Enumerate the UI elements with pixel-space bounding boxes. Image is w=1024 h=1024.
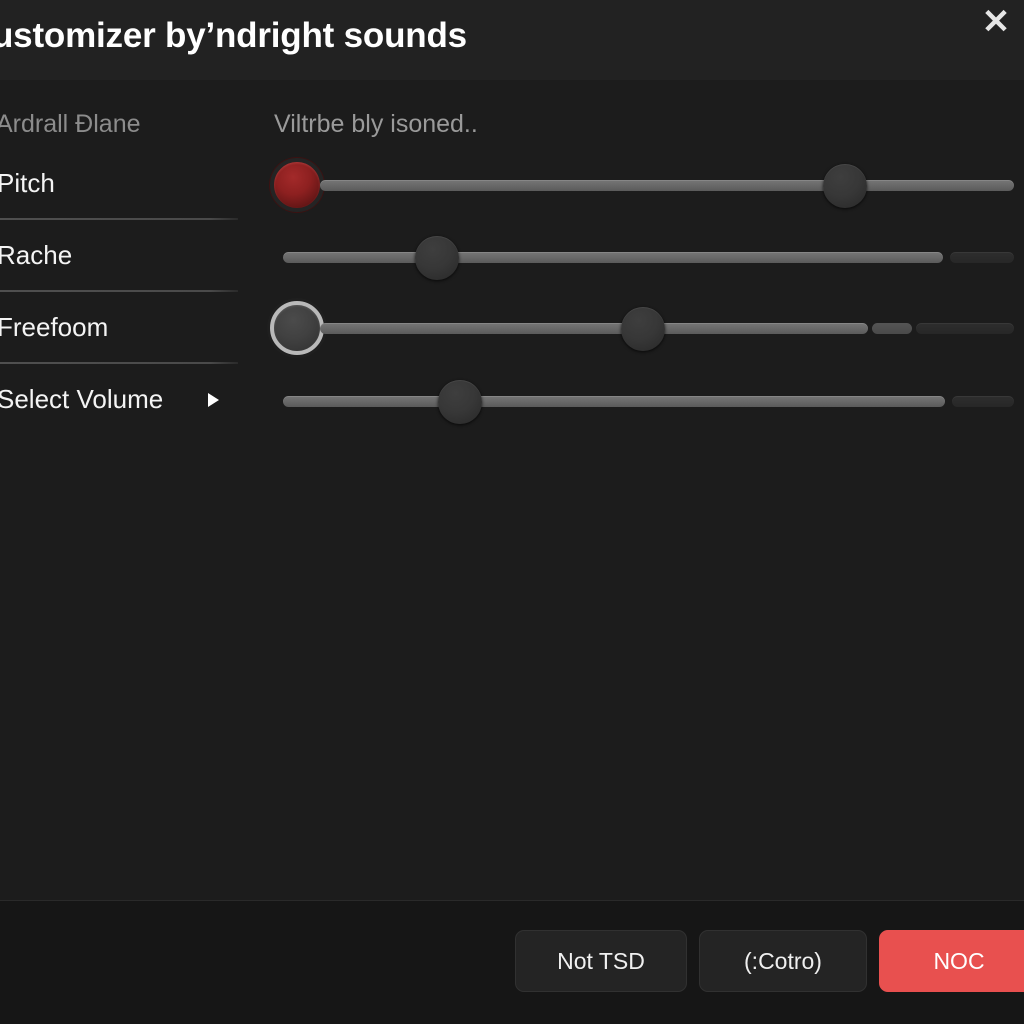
close-icon[interactable]: ✕	[976, 2, 1016, 42]
slider-thumb[interactable]	[438, 380, 482, 424]
slider-panel: Viltrbe bly isoned..	[240, 80, 1024, 900]
slider-track[interactable]	[320, 180, 1014, 191]
dialog-footer: Not TSD (:Cοtro) NOC	[0, 900, 1024, 1024]
sidebar-item-pitch[interactable]: Pitch	[0, 148, 240, 219]
slider-thumb[interactable]	[621, 307, 665, 351]
mute-toggle-button[interactable]	[270, 301, 324, 355]
dialog-titlebar: ustomizer by’ndright sounds ✕	[0, 0, 1024, 80]
sidebar-item-select-volume[interactable]: Select Volume	[0, 364, 240, 435]
slider-row	[240, 228, 1024, 288]
sidebar: Ardrall Ðlane Pitch Rache Freefoom Selec…	[0, 80, 240, 900]
slider-thumb[interactable]	[823, 164, 867, 208]
record-toggle-button[interactable]	[270, 158, 324, 212]
not-tsd-button[interactable]: Not TSD	[515, 930, 687, 992]
panel-heading: Viltrbe bly isoned..	[274, 110, 478, 138]
slider-track-remainder[interactable]	[950, 252, 1014, 263]
sidebar-item-label: Freefoom	[0, 312, 109, 342]
sidebar-item-label: Pitch	[0, 168, 55, 198]
slider-row	[240, 156, 1024, 216]
noc-confirm-button[interactable]: NOC	[879, 930, 1024, 992]
sidebar-item-label: Rache	[0, 240, 73, 270]
sidebar-item-freefoom[interactable]: Freefoom	[0, 292, 240, 363]
volume-customizer-dialog: ustomizer by’ndright sounds ✕ Ardrall Ðl…	[0, 0, 1024, 1024]
slider-row	[240, 299, 1024, 359]
slider-row	[240, 372, 1024, 432]
caret-right-icon	[208, 392, 219, 407]
page-title: ustomizer by’ndright sounds	[0, 16, 467, 55]
cotro-button[interactable]: (:Cοtro)	[699, 930, 867, 992]
slider-track[interactable]	[320, 323, 868, 334]
slider-track-mid[interactable]	[872, 323, 912, 334]
sidebar-item-label: Select Volume	[0, 384, 164, 414]
slider-track[interactable]	[283, 252, 943, 263]
slider-thumb[interactable]	[415, 236, 459, 280]
slider-track-remainder[interactable]	[952, 396, 1014, 407]
slider-track[interactable]	[283, 396, 945, 407]
sidebar-group-label: Ardrall Ðlane	[0, 110, 141, 138]
slider-track-remainder[interactable]	[916, 323, 1014, 334]
sidebar-item-rache[interactable]: Rache	[0, 220, 240, 291]
